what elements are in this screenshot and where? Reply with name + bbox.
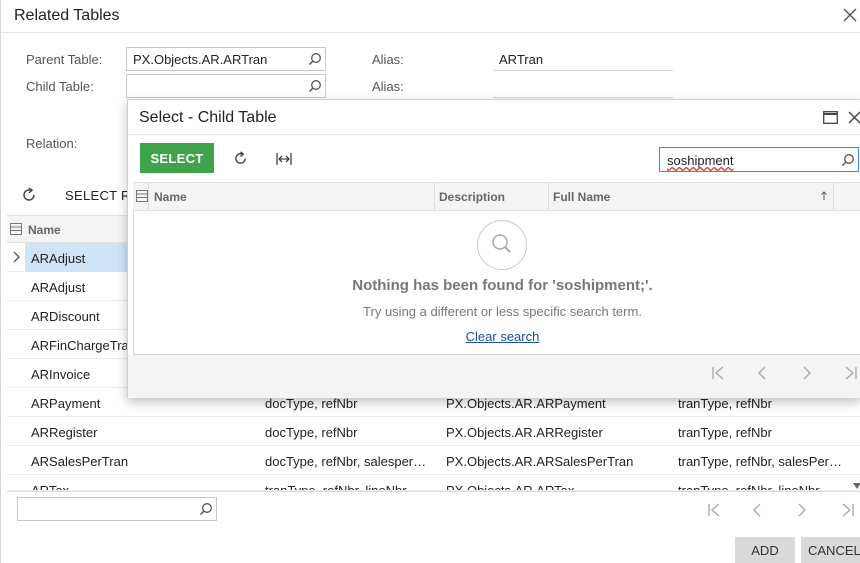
related-tables-dialog: Related Tables Parent Table: PX.Objects.… [0,0,860,563]
prev-page-icon[interactable] [752,502,762,518]
child-table-field[interactable] [126,74,326,98]
alias-label-1: Alias: [372,52,404,67]
alias-value-1: ARTran [499,52,544,67]
row-name: ARDiscount [31,309,100,324]
first-page-icon[interactable] [707,502,721,518]
row-full-name: PX.Objects.AR.ARSalesPerTran [446,454,634,469]
next-page-icon[interactable] [802,365,812,381]
row-name: ARTax [31,483,70,491]
child-search-input[interactable]: soshipment [659,147,859,172]
row-full-name: PX.Objects.AR.ARTax [446,483,575,491]
select-button[interactable]: SELECT [140,143,214,173]
column-config-icon[interactable] [136,190,148,202]
row-name: ARRegister [31,425,98,440]
row-keys: docType, refNbr [265,396,358,411]
child-col-description[interactable]: Description [439,190,505,204]
empty-hint: Try using a different or less specific s… [363,304,642,319]
row-name: ARFinChargeTra [31,338,129,353]
select-child-table-dialog: Select - Child Table SELECT soshipment N… [127,99,860,398]
alias-label-2: Alias: [372,79,404,94]
close-icon[interactable] [843,8,857,22]
search-icon[interactable] [841,153,855,167]
row-parent-keys: tranType, refNbr, lineNbr [678,483,820,491]
row-keys: docType, refNbr [265,425,358,440]
clear-search-link[interactable]: Clear search [466,329,540,344]
child-search-value: soshipment [667,153,734,168]
row-keys: docType, refNbr, salesper… [265,454,427,469]
table-row[interactable]: ARRegister docType, refNbr PX.Objects.AR… [7,417,860,446]
dialog-title: Related Tables [14,7,120,24]
select-relation-button[interactable]: SELECT R [65,188,131,203]
clear-search-container: Clear search [128,329,860,344]
parent-table-value: PX.Objects.AR.ARTran [133,52,268,67]
maximize-icon[interactable] [823,111,838,124]
child-dialog-title: Select - Child Table [139,109,277,126]
row-name: ARSalesPerTran [31,454,129,469]
child-title-divider [128,134,860,135]
row-full-name: PX.Objects.AR.ARPayment [446,396,606,411]
child-grid-header: Name Description Full Name [133,182,860,211]
empty-title: Nothing has been found for 'soshipment;'… [352,277,653,294]
search-icon[interactable] [308,79,322,93]
row-full-name: PX.Objects.AR.ARRegister [446,425,603,440]
parent-table-label: Parent Table: [26,52,103,67]
add-button[interactable]: ADD [735,537,795,563]
child-pager-bar [128,355,860,398]
cancel-button[interactable]: CANCEL [801,537,860,563]
expand-row-icon[interactable] [12,251,22,263]
table-row[interactable]: ARSalesPerTran docType, refNbr, salesper… [7,446,860,475]
row-parent-keys: tranType, refNbr [678,396,772,411]
last-page-icon[interactable] [844,365,858,381]
first-page-icon[interactable] [711,365,725,381]
empty-search-icon [477,220,527,270]
grid-bottom-border [7,491,860,492]
close-icon[interactable] [848,111,860,124]
row-name: ARAdjust [31,280,86,295]
row-parent-keys: tranType, refNbr [678,425,772,440]
refresh-icon[interactable] [233,151,248,166]
grid-search-input[interactable] [17,497,217,521]
next-page-icon[interactable] [797,502,807,518]
title-divider [1,32,860,33]
refresh-icon[interactable] [21,187,37,203]
row-name: ARAdjust [31,251,86,266]
prev-page-icon[interactable] [757,365,767,381]
parent-table-field[interactable]: PX.Objects.AR.ARTran [126,47,326,71]
child-table-label: Child Table: [26,79,94,94]
row-name: ARPayment [31,396,101,411]
row-parent-keys: tranType, refNbr, salesPer… [678,454,843,469]
last-page-icon[interactable] [841,502,855,518]
alias-field-1[interactable]: ARTran [493,47,673,71]
sort-asc-icon[interactable] [820,189,828,200]
relation-label: Relation: [26,136,78,151]
alias-field-2[interactable] [493,74,673,98]
child-col-full-name[interactable]: Full Name [553,190,610,204]
row-name: ARInvoice [31,367,91,382]
scroll-down-arrow[interactable] [853,478,860,489]
child-col-name[interactable]: Name [154,190,187,204]
table-row[interactable]: ARTax tranType, refNbr, lineNbr PX.Objec… [7,475,860,491]
row-keys: tranType, refNbr, lineNbr [265,483,407,491]
column-config-icon[interactable] [10,223,22,235]
fit-columns-icon[interactable] [276,152,292,166]
grid-header-name[interactable]: Name [28,223,61,237]
search-icon[interactable] [308,52,322,66]
search-icon[interactable] [199,502,213,516]
